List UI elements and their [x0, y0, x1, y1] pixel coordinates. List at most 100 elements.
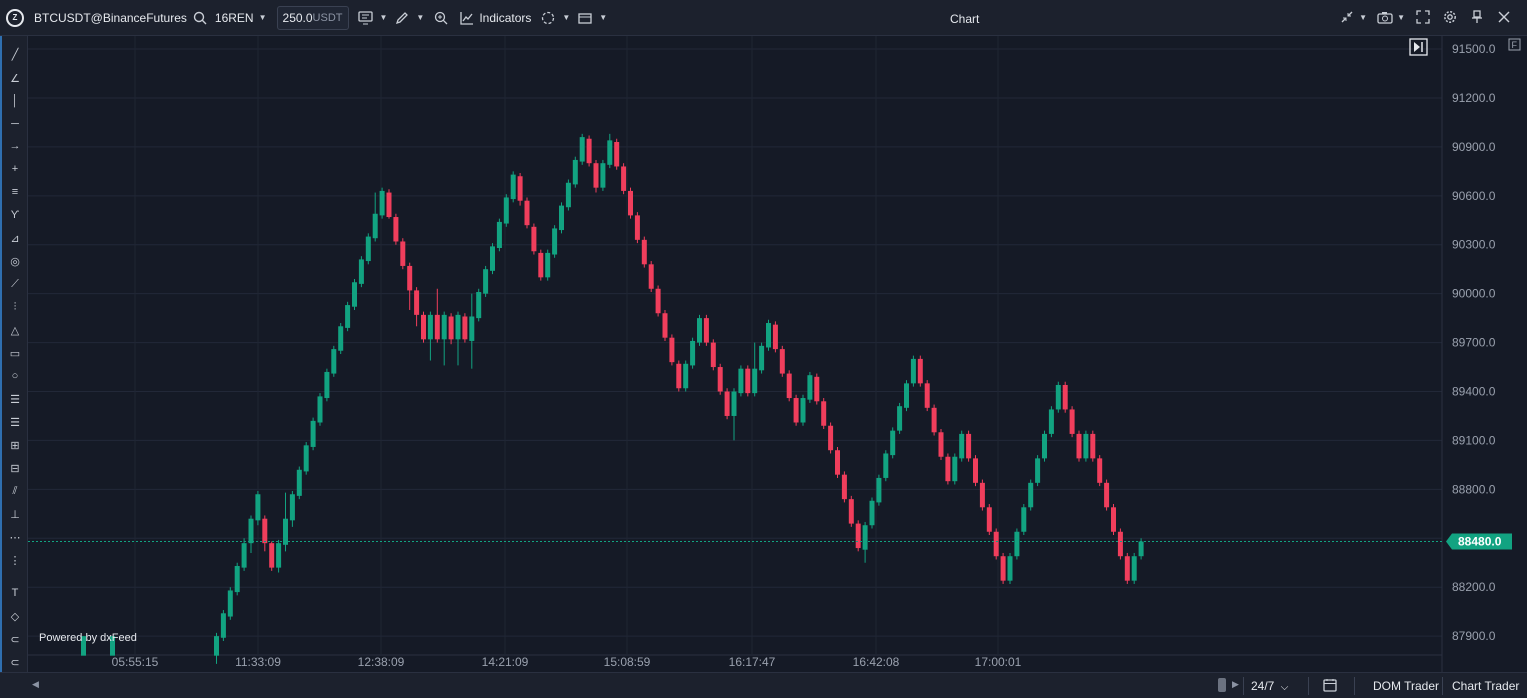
candle-body	[352, 282, 357, 307]
layout-selector[interactable]: ▼	[576, 6, 607, 30]
dotted-column-icon[interactable]: ⋮	[6, 551, 24, 569]
y-tick-label: 90600.0	[1452, 189, 1496, 203]
candle-body	[455, 314, 461, 340]
spiral-icon[interactable]: ◎	[6, 252, 24, 270]
candle-body	[1048, 409, 1054, 434]
scroll-left-icon[interactable]: ◀	[32, 679, 39, 690]
y-tick-label: 88800.0	[1452, 482, 1496, 496]
candle-body	[904, 383, 909, 408]
y-tick-label: 90000.0	[1452, 287, 1496, 301]
fib-channel-icon[interactable]: ⫽	[6, 482, 24, 500]
candle-body	[634, 215, 640, 240]
candle-body	[862, 525, 868, 550]
scroll-right-icon[interactable]: ▶	[1232, 679, 1239, 690]
camera-icon[interactable]	[1376, 8, 1394, 26]
tag-icon[interactable]: ◇	[6, 607, 24, 625]
candle-body	[607, 140, 613, 165]
session-selector[interactable]: 24/7 ⌵	[1251, 679, 1288, 693]
gear-icon[interactable]	[1441, 8, 1459, 26]
search-icon[interactable]	[191, 9, 209, 27]
chart-area[interactable]: 91500.0 91200.0 90900.0 90600.0 90300.0 90000…	[28, 36, 1527, 672]
candle-body	[966, 433, 972, 459]
triangle-icon[interactable]: △	[6, 321, 24, 339]
candle-body	[1083, 433, 1089, 459]
candle-body	[331, 349, 337, 374]
chart-trader-button[interactable]: Chart Trader	[1452, 679, 1519, 693]
scrollbar-handle[interactable]	[1218, 678, 1226, 692]
pin-icon[interactable]	[1468, 8, 1486, 26]
box-size-unit: USDT	[312, 11, 343, 24]
candle-body	[358, 259, 364, 284]
candle-body	[559, 205, 564, 231]
label-icon[interactable]: ⊂	[6, 630, 24, 648]
timeframe-selector[interactable]: 16REN ▼	[215, 6, 267, 30]
line-tool-icon[interactable]: ╱	[6, 45, 24, 63]
text-tool-icon[interactable]: T	[6, 584, 24, 602]
symbol-selector[interactable]: BTCUSDT@BinanceFutures	[34, 11, 187, 25]
x-tick-label: 16:42:08	[853, 655, 900, 669]
box-size-value: 250.0	[282, 10, 313, 25]
chevron-down-icon[interactable]: ▼	[1397, 13, 1405, 22]
candle-body	[1076, 433, 1082, 459]
candle-body	[248, 518, 254, 544]
chevron-down-icon: ▼	[562, 13, 571, 22]
horizontal-line-icon[interactable]: ─	[6, 115, 24, 133]
candle-body	[234, 566, 240, 593]
fullscreen-icon[interactable]	[1414, 8, 1432, 26]
candle-body	[538, 252, 544, 278]
indicators-button[interactable]: Indicators	[458, 6, 531, 30]
fib-fan-icon[interactable]: ⊞	[6, 436, 24, 454]
app-logo-icon[interactable]: Z	[6, 8, 24, 27]
fib-levels-icon[interactable]: ⊟	[6, 459, 24, 477]
circle-icon[interactable]: ○	[6, 367, 24, 385]
candle-body	[821, 401, 827, 426]
window-title: Chart	[950, 12, 980, 26]
candle-body	[345, 305, 351, 328]
candle-body	[1062, 384, 1068, 410]
dom-trader-button[interactable]: DOM Trader	[1373, 679, 1439, 693]
candle-body	[503, 197, 509, 224]
drawing-tools-selector[interactable]: ▼	[393, 6, 424, 30]
dotted-grid-icon[interactable]: ⋯	[6, 528, 24, 546]
candle-body	[869, 500, 875, 526]
price-chart[interactable]: 91500.0 91200.0 90900.0 90600.0 90300.0 90000…	[28, 36, 1527, 672]
callout-icon[interactable]: ⊂	[6, 653, 24, 671]
candle-body	[835, 450, 840, 475]
angle-tool-icon[interactable]: ∠	[6, 69, 24, 87]
pitchfork-icon[interactable]: ⫶	[6, 298, 24, 316]
y-tick-label: 89100.0	[1452, 433, 1496, 447]
candle-body	[945, 456, 951, 482]
vertical-line-icon[interactable]: │	[6, 92, 24, 110]
collapse-arrows-icon[interactable]	[1338, 8, 1356, 26]
candle-body	[1042, 433, 1047, 459]
box-size-input[interactable]: 250.0 USDT	[276, 5, 349, 30]
candle-body	[883, 453, 889, 478]
candle-body	[841, 474, 847, 500]
candle-body	[579, 137, 585, 162]
candle-body	[600, 163, 606, 188]
candle-body	[1007, 556, 1013, 581]
candle-body	[289, 494, 295, 521]
close-icon[interactable]	[1495, 8, 1513, 26]
calendar-icon[interactable]	[1323, 678, 1337, 695]
candle-body	[255, 494, 261, 521]
parallel-lines-icon[interactable]: ≡	[6, 183, 24, 201]
curve-icon[interactable]: ϒ	[6, 206, 24, 224]
template-selector[interactable]: ▼	[539, 6, 570, 30]
ruler-icon[interactable]: ⟋	[6, 275, 24, 293]
fib-retracement-icon[interactable]: ☰	[6, 390, 24, 408]
fib-extension-icon[interactable]: ☰	[6, 413, 24, 431]
candle-body	[400, 241, 406, 266]
candle-body	[662, 313, 668, 338]
chart-type-selector[interactable]: ▼	[357, 6, 387, 30]
rectangle-icon[interactable]: ▭	[6, 344, 24, 362]
x-tick-label: 14:21:09	[482, 655, 529, 669]
crosshair-icon[interactable]: +	[6, 160, 24, 178]
chevron-down-icon[interactable]: ▼	[1359, 13, 1367, 22]
candle-body	[214, 636, 219, 656]
trend-angle-icon[interactable]: ⊿	[6, 229, 24, 247]
candle-body	[469, 316, 475, 341]
volume-profile-icon[interactable]: ⊥	[6, 505, 24, 523]
zoom-in-icon[interactable]	[432, 9, 450, 27]
arrow-icon[interactable]: →	[6, 137, 24, 155]
